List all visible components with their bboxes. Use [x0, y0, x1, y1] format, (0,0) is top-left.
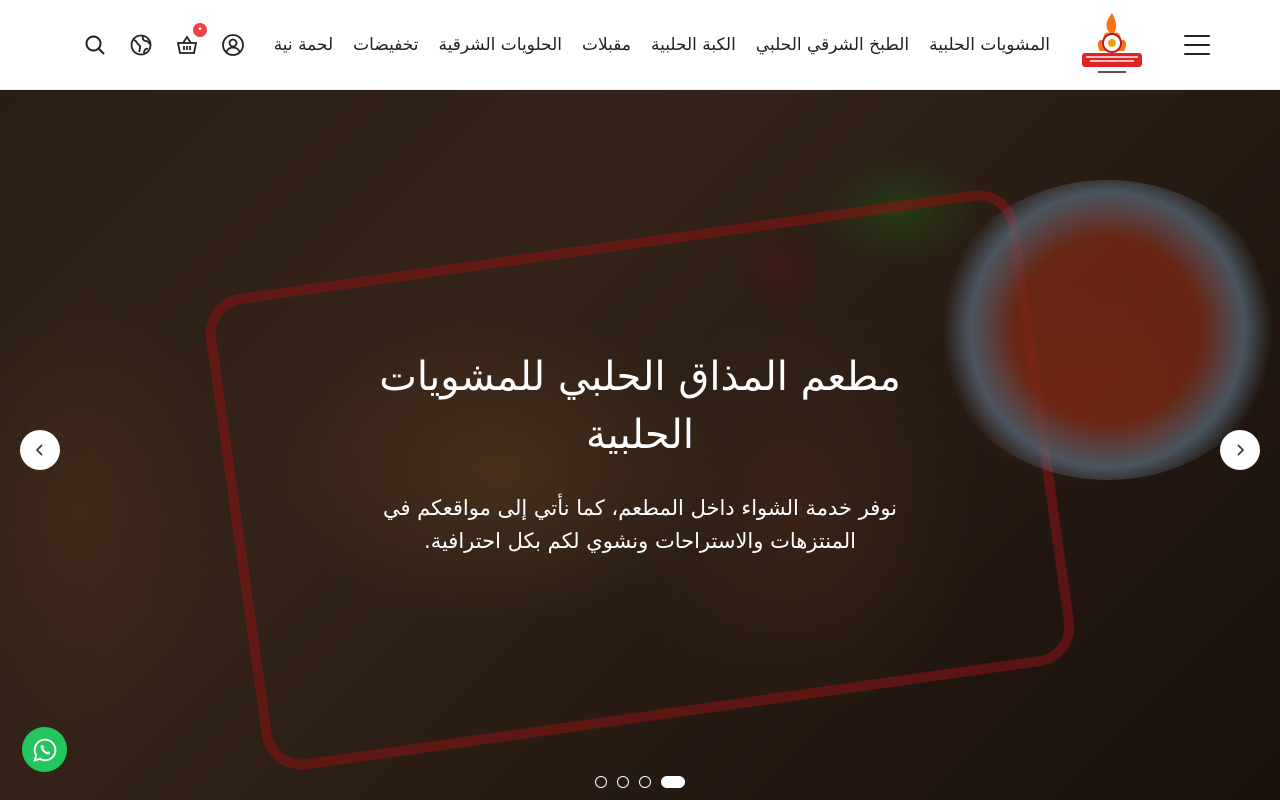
nav-item-desserts[interactable]: الحلويات الشرقية [439, 35, 562, 55]
nav-item-kibbeh[interactable]: الكبة الحلبية [651, 35, 736, 55]
hero-title: مطعم المذاق الحلبي للمشويات الحلبية [379, 354, 901, 458]
cart-icon[interactable]: • [174, 22, 207, 58]
hero-subtitle: نوفر خدمة الشواء داخل المطعم، كما نأتي إ… [382, 496, 898, 553]
nav-item-appetizers[interactable]: مقبلات [582, 35, 631, 55]
site-header: المشويات الحلبية الطبخ الشرقي الحلبي الك… [0, 0, 1280, 90]
globe-icon[interactable] [128, 32, 154, 58]
header-right-group: المشويات الحلبية الطبخ الشرقي الحلبي الك… [274, 9, 1210, 81]
slider-dot-active[interactable] [661, 776, 685, 788]
restaurant-logo[interactable] [1076, 9, 1148, 81]
nav-item-aleppo-grills[interactable]: المشويات الحلبية [929, 35, 1050, 55]
hero-content: مطعم المذاق الحلبي للمشويات الحلبية نوفر… [340, 348, 940, 558]
slider-dot[interactable] [617, 776, 629, 788]
nav-item-eastern-cooking[interactable]: الطبخ الشرقي الحلبي [756, 35, 909, 55]
whatsapp-icon [32, 738, 56, 762]
header-actions: • [82, 22, 246, 58]
nav-item-raw-meat[interactable]: لحمة نية [274, 35, 333, 55]
slider-next-button[interactable] [1220, 430, 1260, 470]
whatsapp-button[interactable] [22, 727, 67, 772]
search-icon[interactable] [82, 32, 108, 58]
chevron-right-icon [1237, 444, 1245, 456]
user-icon[interactable] [220, 32, 246, 58]
main-nav: المشويات الحلبية الطبخ الشرقي الحلبي الك… [274, 35, 1050, 55]
slider-pagination [595, 776, 685, 788]
hamburger-icon[interactable] [1178, 29, 1210, 61]
slider-dot[interactable] [595, 776, 607, 788]
cart-count-badge: • [193, 22, 207, 37]
hero-slider: مطعم المذاق الحلبي للمشويات الحلبية نوفر… [0, 90, 1280, 800]
slider-prev-button[interactable] [20, 430, 60, 470]
slider-dot[interactable] [639, 776, 651, 788]
nav-item-discounts[interactable]: تخفيضات [353, 35, 418, 55]
chevron-left-icon [35, 444, 43, 456]
